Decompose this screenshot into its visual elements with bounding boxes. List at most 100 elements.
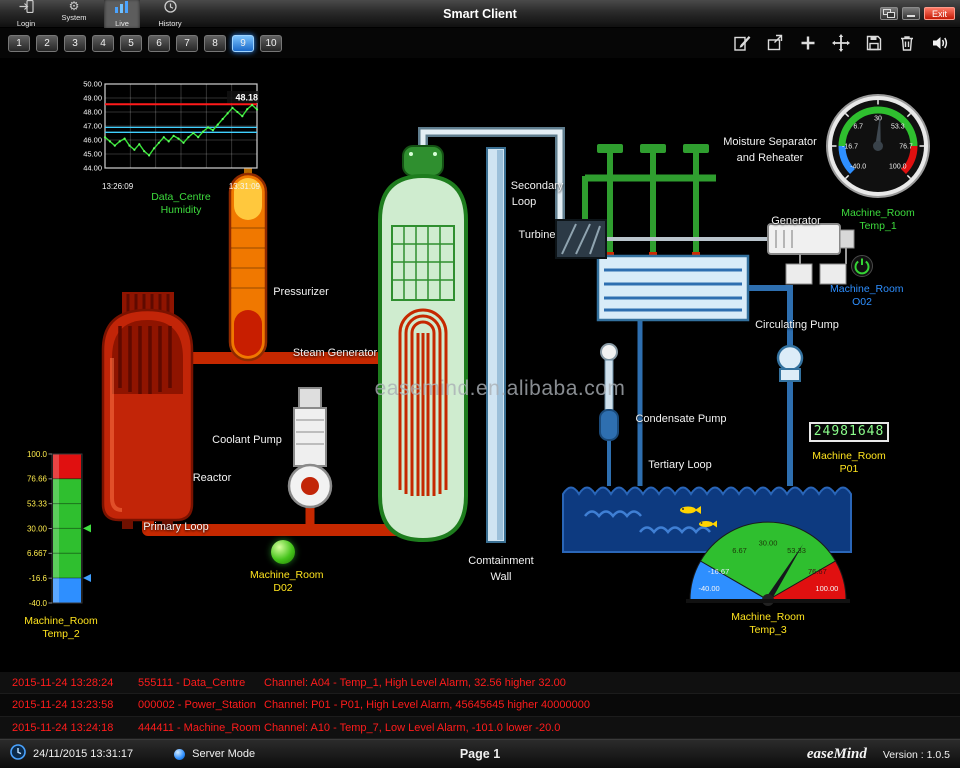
minimize-button[interactable]: [902, 7, 920, 20]
switch-o02[interactable]: Machine_Room O02: [830, 254, 894, 308]
diagram-label: Turbine: [519, 229, 556, 241]
turbine-unit: [556, 220, 772, 258]
alarm-row[interactable]: 2015-11-24 13:28:24555111 - Data_CentreC…: [0, 672, 960, 694]
gauge-temp3-name1: Machine_Room: [686, 611, 850, 624]
alarm-list: 2015-11-24 13:28:24555111 - Data_CentreC…: [0, 672, 960, 739]
diagram-label: Secondary: [511, 180, 564, 192]
display-switch-button[interactable]: [880, 7, 898, 20]
bar-chart-icon: [115, 0, 129, 18]
alarm-time: 2015-11-24 13:23:58: [12, 694, 113, 716]
gauge-temp1-dial: -40.0-16.76.73053.376.7100.0: [820, 92, 936, 202]
trend-x-start: 13:26:09: [102, 182, 133, 191]
edit-page-button[interactable]: [730, 31, 754, 55]
bar-tick-label: 76.66: [27, 475, 48, 484]
page-button-2[interactable]: 2: [36, 35, 58, 52]
page-button-6[interactable]: 6: [148, 35, 170, 52]
trend-name-line2: Humidity: [105, 204, 257, 217]
display-p01-name1: Machine_Room: [808, 450, 890, 463]
gauge-tick-label: -40.0: [850, 163, 866, 170]
condenser: [598, 256, 748, 320]
trend-x-axis: 13:26:09 13:31:09: [102, 182, 260, 191]
save-button[interactable]: [862, 31, 886, 55]
dual-screen-icon: [883, 9, 895, 18]
nav-system[interactable]: ⚙ System: [56, 0, 92, 23]
indicator-d02: Machine_Room D02: [250, 540, 316, 594]
gauge-temp3-dial: -16.676.6730.0053.3376.67-40.00100.00: [686, 518, 850, 606]
gauge-tick-label: 30.00: [759, 539, 778, 548]
plus-icon: [799, 34, 817, 52]
trend-name-line1: Data_Centre: [105, 191, 257, 204]
page-button-1[interactable]: 1: [8, 35, 30, 52]
page-button-10[interactable]: 10: [260, 35, 282, 52]
diagram-label: Condensate Pump: [635, 413, 726, 425]
nav-history[interactable]: History: [152, 0, 188, 29]
indicator-d02-name1: Machine_Room: [250, 569, 316, 582]
trash-icon: [898, 34, 916, 52]
trend-y-tick: 46.00: [83, 136, 102, 145]
delete-button[interactable]: [895, 31, 919, 55]
coolant-pump-unit: [289, 388, 331, 507]
bar-gauge-temp2-name2: Temp_2: [6, 628, 116, 641]
statusbar-left: 24/11/2015 13:31:17 Server Mode: [0, 744, 255, 765]
clock-icon: [10, 744, 26, 765]
alarm-row[interactable]: 2015-11-24 13:23:58000002 - Power_Statio…: [0, 694, 960, 716]
alarm-time: 2015-11-24 13:28:24: [12, 672, 113, 694]
nav-history-label: History: [158, 19, 181, 28]
diagram-label: Wall: [491, 571, 512, 583]
version-label: Version : 1.0.5: [883, 749, 950, 761]
bar-tick-label: 30.00: [27, 524, 48, 533]
alarm-list-panel: 2015-11-24 13:28:24555111 - Data_CentreC…: [0, 672, 960, 739]
bar-tick-label: 6.667: [27, 549, 48, 558]
move-button[interactable]: [829, 31, 853, 55]
exit-button[interactable]: Exit: [924, 7, 955, 20]
diagram-label: and Reheater: [737, 152, 804, 164]
page-button-9[interactable]: 9: [232, 35, 254, 52]
diagram-label: Moisture Separator: [723, 136, 817, 148]
move-icon: [832, 34, 850, 52]
bar-marker-green: [83, 524, 91, 532]
nav-login-label: Login: [17, 19, 35, 28]
export-icon: [766, 34, 784, 52]
bar-marker-blue: [83, 574, 91, 582]
login-icon: [19, 0, 34, 18]
gauge-temp1-name1: Machine_Room: [820, 207, 936, 220]
diagram-label: Loop: [512, 196, 536, 208]
diagram-label: Circulating Pump: [755, 319, 839, 331]
tool-icons: [730, 31, 960, 55]
diagram-label: Coolant Pump: [212, 434, 282, 446]
steam-generator-vessel: [380, 146, 466, 540]
alarm-device: 555111 - Data_Centre: [138, 672, 245, 694]
trend-y-tick: 50.00: [83, 80, 102, 89]
main-nav: Login ⚙ System Live History: [0, 0, 188, 29]
trend-y-tick: 48.00: [83, 108, 102, 117]
page-button-3[interactable]: 3: [64, 35, 86, 52]
bar-gauge-temp2: 100.076.6653.3330.006.667-16.6-40.0 Mach…: [6, 446, 126, 640]
export-button[interactable]: [763, 31, 787, 55]
mimic-area: easemind.en.alibaba.com 50.0049.0048.004…: [0, 58, 960, 672]
diagram-label: Tertiary Loop: [648, 459, 712, 471]
page-button-5[interactable]: 5: [120, 35, 142, 52]
page-button-8[interactable]: 8: [204, 35, 226, 52]
gauge-tick-label: -16.7: [842, 144, 858, 151]
page-button-4[interactable]: 4: [92, 35, 114, 52]
nav-live[interactable]: Live: [104, 0, 140, 29]
speaker-icon: [931, 34, 949, 52]
audio-button[interactable]: [928, 31, 952, 55]
alarm-row[interactable]: 2015-11-24 13:24:18444411 - Machine_Room…: [0, 717, 960, 739]
diagram-label: Reactor: [193, 472, 232, 484]
smart-client-window: Login ⚙ System Live History Smart Client: [0, 0, 960, 768]
add-button[interactable]: [796, 31, 820, 55]
gauge-tick-label: 6.7: [853, 124, 863, 131]
nav-login[interactable]: Login: [8, 0, 44, 29]
window-controls: Exit: [880, 7, 960, 20]
switch-o02-name1: Machine_Room: [830, 283, 894, 296]
trend-y-tick: 47.00: [83, 122, 102, 131]
page-button-7[interactable]: 7: [176, 35, 198, 52]
diagram-label: Primary Loop: [143, 521, 208, 533]
diagram-label: Pressurizer: [273, 286, 329, 298]
containment-wall: [487, 148, 505, 542]
alarm-device: 444411 - Machine_Room: [138, 717, 261, 739]
diagram-label: Steam Generator: [293, 347, 377, 359]
circulating-pump-unit: [778, 346, 802, 381]
gauge-tick-label: 100.00: [815, 584, 838, 593]
